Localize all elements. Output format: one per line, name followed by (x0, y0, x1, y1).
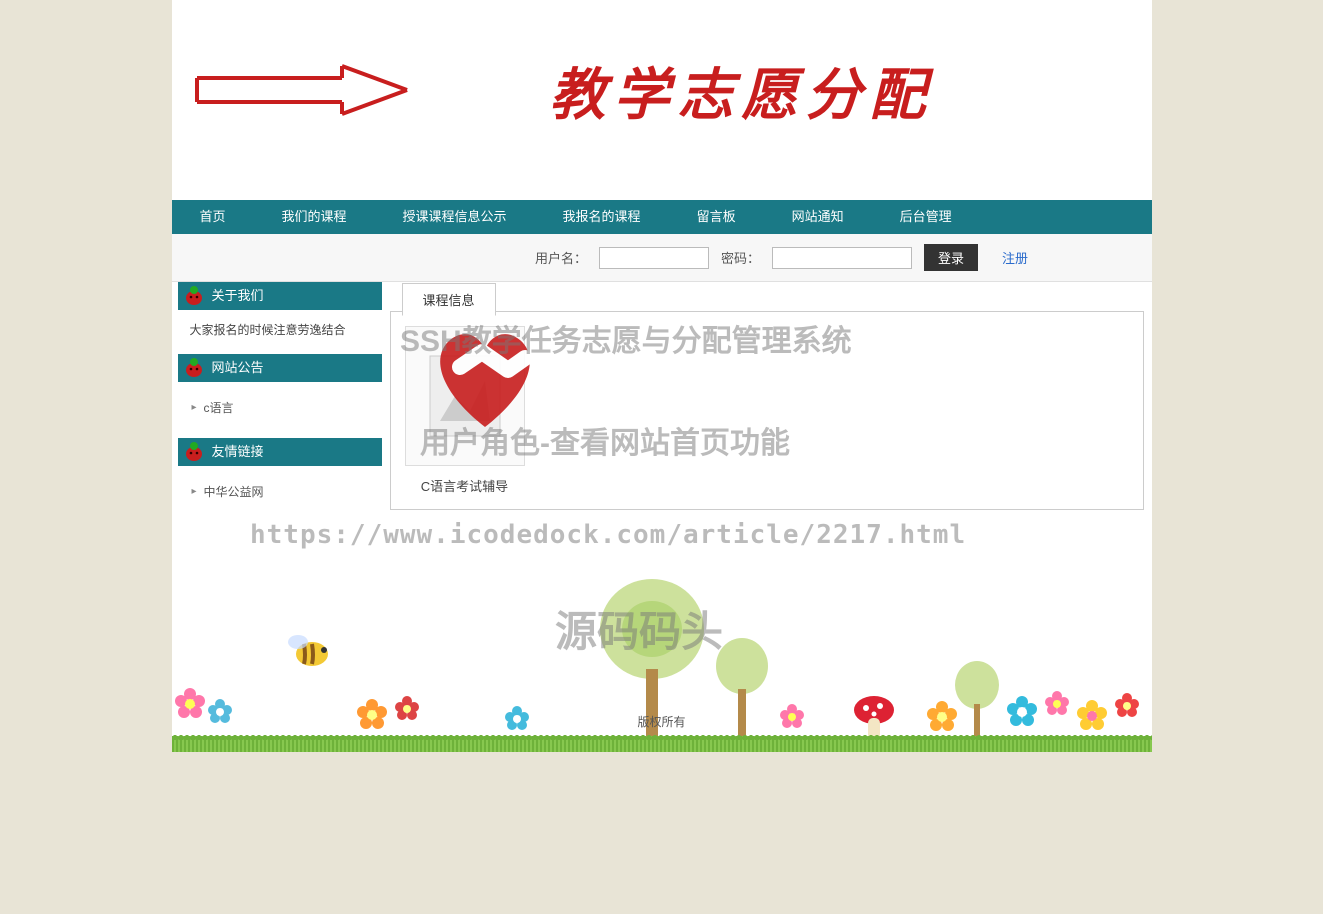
main-nav: 首页 我们的课程 授课课程信息公示 我报名的课程 留言板 网站通知 后台管理 (172, 200, 1152, 234)
copyright-text: 版权所有 (172, 713, 1152, 730)
site-notice-block: 网站公告 c语言 (178, 354, 382, 434)
nav-teaching-publicity[interactable]: 授课课程信息公示 (375, 200, 535, 234)
nav-our-courses[interactable]: 我们的课程 (254, 200, 375, 234)
password-input[interactable] (772, 247, 912, 269)
bee-decoration (282, 624, 338, 672)
ladybug-icon (182, 440, 206, 464)
nav-admin[interactable]: 后台管理 (872, 200, 980, 234)
grass-decoration (172, 736, 1152, 752)
friend-links-header: 友情链接 (178, 438, 382, 466)
site-notice-header: 网站公告 (178, 354, 382, 382)
ladybug-icon (182, 356, 206, 380)
tab-body: C语言考试辅导 (390, 312, 1144, 510)
register-link[interactable]: 注册 (1002, 248, 1028, 267)
nav-home[interactable]: 首页 (172, 200, 254, 234)
footer: 版权所有 (172, 542, 1152, 752)
main-content: 课程信息 C语言考试辅导 (390, 282, 1152, 522)
nav-my-enrolled[interactable]: 我报名的课程 (535, 200, 669, 234)
friend-links-block: 友情链接 中华公益网 (178, 438, 382, 518)
site-header: 教学志愿分配 (172, 0, 1152, 200)
about-us-block: 关于我们 大家报名的时候注意劳逸结合 (178, 282, 382, 350)
course-caption: C语言考试辅导 (405, 476, 525, 495)
tab-strip: 课程信息 (390, 282, 1144, 312)
course-card[interactable]: C语言考试辅导 (405, 326, 525, 495)
notice-item[interactable]: c语言 (190, 392, 370, 424)
nav-guestbook[interactable]: 留言板 (669, 200, 764, 234)
ladybug-icon (182, 284, 206, 308)
login-button[interactable]: 登录 (924, 244, 978, 271)
friend-links-title: 友情链接 (212, 444, 264, 459)
username-label: 用户名： (535, 248, 587, 267)
site-notice-title: 网站公告 (212, 360, 264, 375)
friend-link-item[interactable]: 中华公益网 (190, 476, 370, 508)
about-us-header: 关于我们 (178, 282, 382, 310)
arrow-decoration (192, 60, 412, 123)
sidebar: 关于我们 大家报名的时候注意劳逸结合 网站公告 c语言 友情链接 (172, 282, 382, 522)
course-thumbnail (405, 326, 525, 466)
login-bar: 用户名： 密码： 登录 注册 (172, 234, 1152, 282)
about-us-text: 大家报名的时候注意劳逸结合 (178, 310, 382, 350)
password-label: 密码： (721, 248, 760, 267)
username-input[interactable] (599, 247, 709, 269)
nav-site-notice[interactable]: 网站通知 (764, 200, 872, 234)
about-us-title: 关于我们 (212, 288, 264, 303)
